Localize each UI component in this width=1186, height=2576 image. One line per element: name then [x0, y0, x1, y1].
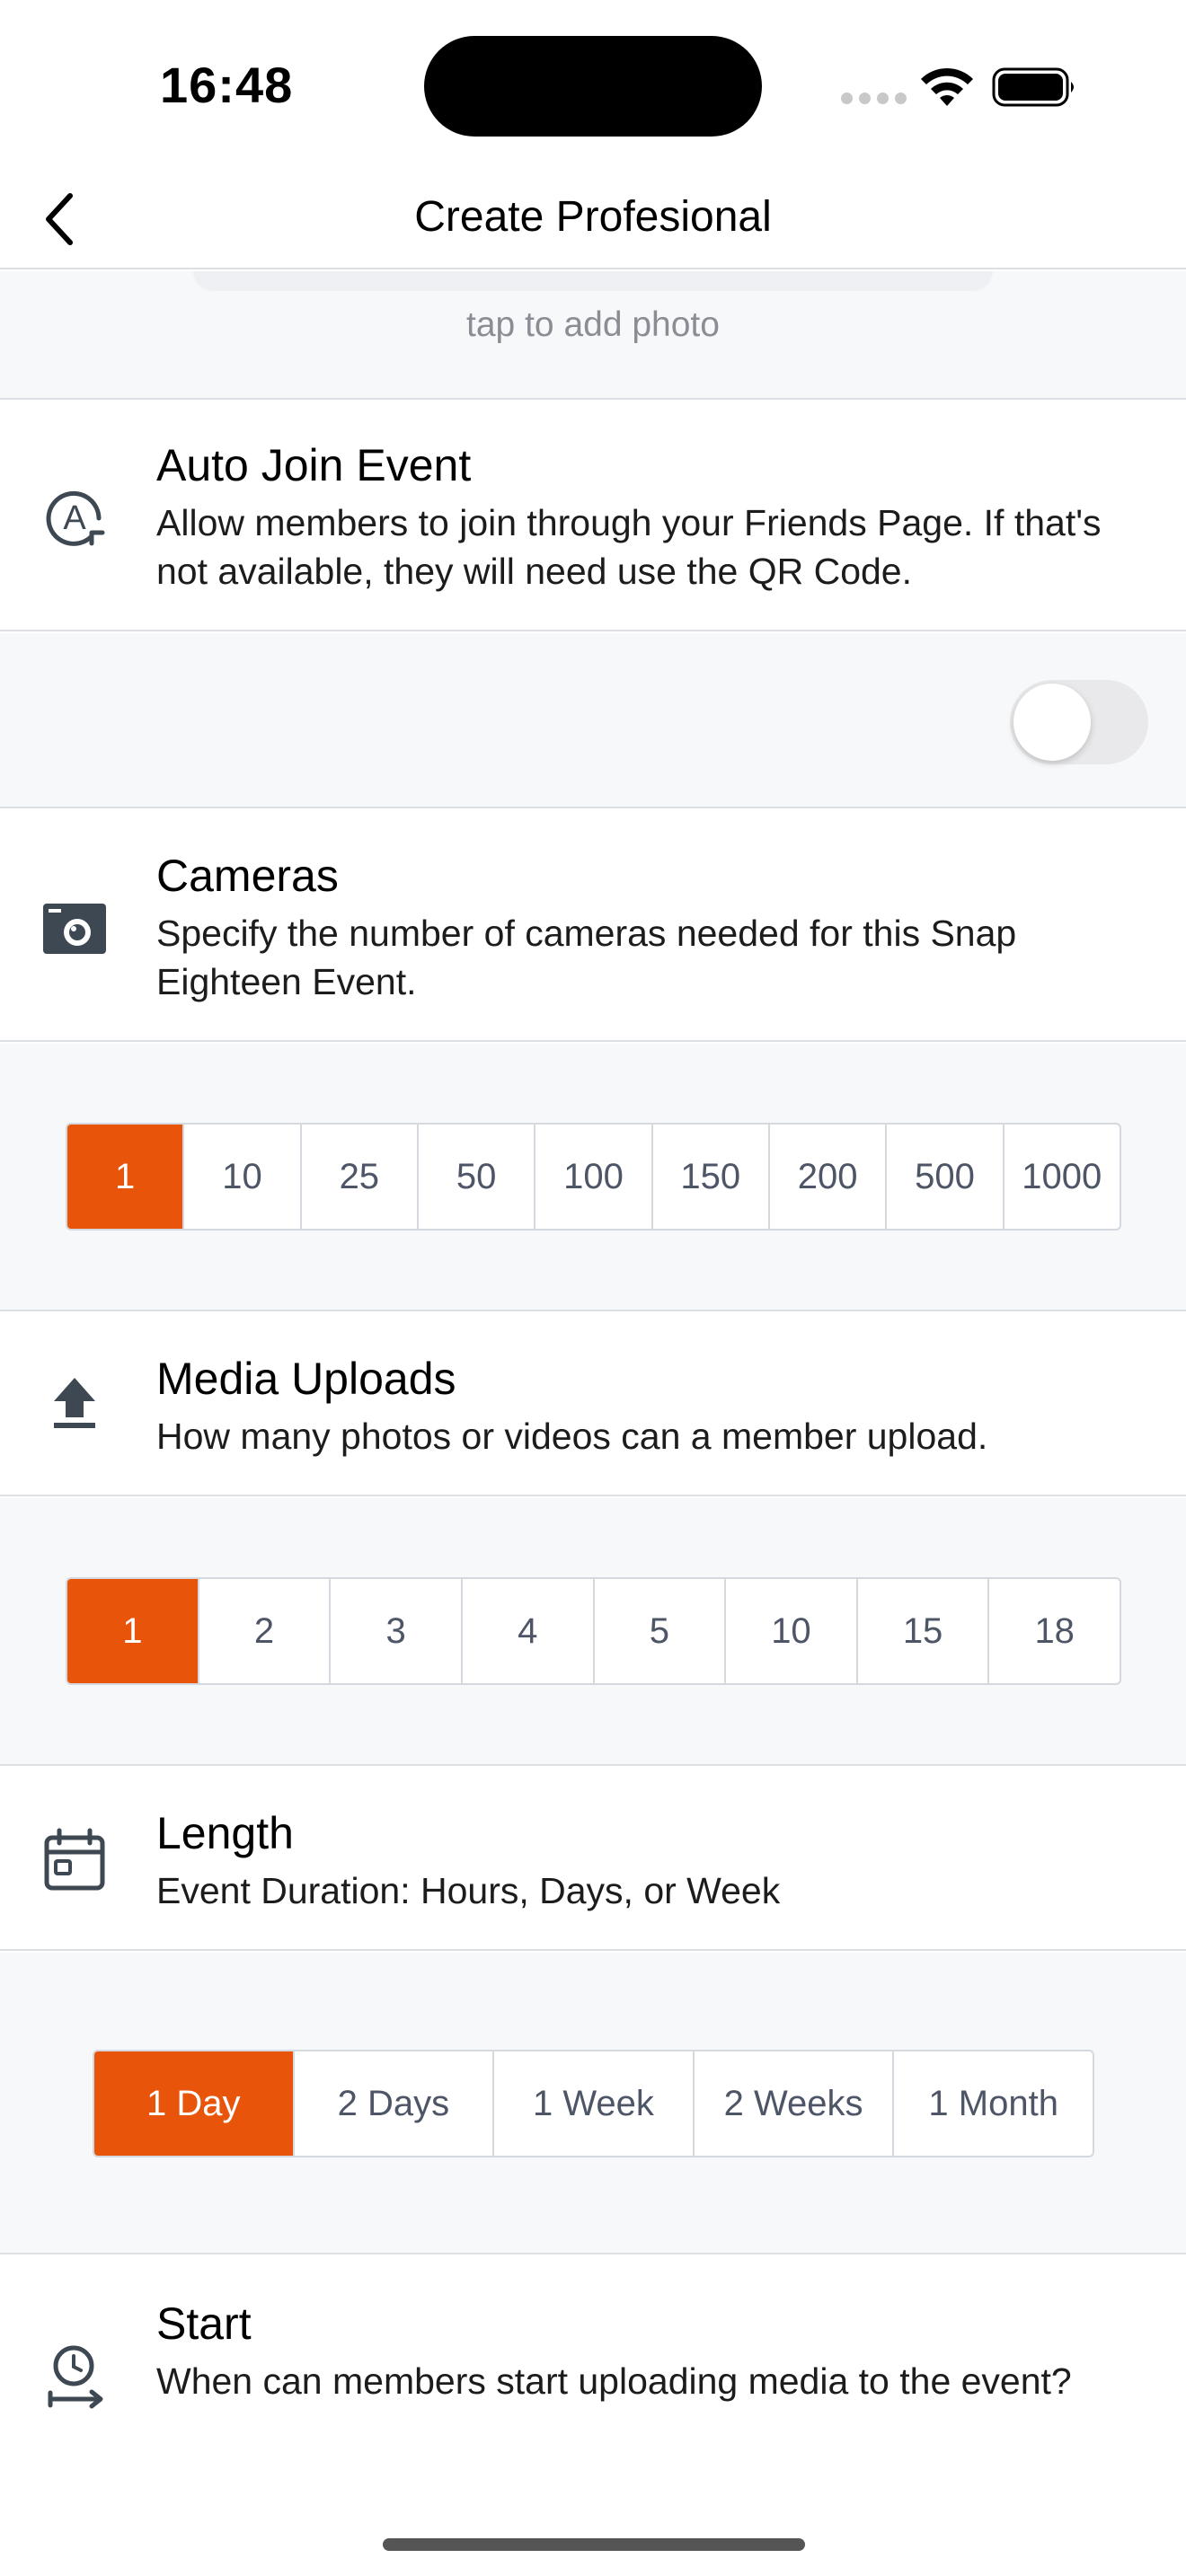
photo-picker[interactable]: tap to add photo: [0, 271, 1186, 400]
home-indicator: [383, 2538, 805, 2551]
status-bar: 16:48: [0, 0, 1186, 171]
media-uploads-option[interactable]: 3: [329, 1579, 461, 1683]
length-option[interactable]: 1 Month: [892, 2051, 1093, 2156]
auto-join-title: Auto Join Event: [156, 440, 472, 490]
length-option[interactable]: 2 Weeks: [692, 2051, 893, 2156]
cameras-option[interactable]: 10: [182, 1125, 299, 1229]
dynamic-island: [424, 36, 762, 137]
battery-icon: [992, 67, 1074, 107]
cameras-option[interactable]: 50: [416, 1125, 534, 1229]
auto-join-control: [0, 633, 1186, 808]
page-title: Create Profesional: [414, 193, 772, 241]
cameras-row: Cameras Specify the number of cameras ne…: [0, 810, 1186, 1042]
media-uploads-control: 1 2 3 4 5 10 15 18: [0, 1498, 1186, 1766]
media-uploads-option[interactable]: 15: [855, 1579, 988, 1683]
length-option[interactable]: 1 Day: [94, 2051, 293, 2156]
length-segmented-control: 1 Day 2 Days 1 Week 2 Weeks 1 Month: [93, 2050, 1094, 2157]
length-control: 1 Day 2 Days 1 Week 2 Weeks 1 Month: [0, 1953, 1186, 2254]
length-row: Length Event Duration: Hours, Days, or W…: [0, 1768, 1186, 1951]
length-option[interactable]: 1 Week: [492, 2051, 693, 2156]
length-description: Event Duration: Hours, Days, or Week: [156, 1870, 781, 1911]
wifi-icon: [921, 67, 973, 106]
length-option[interactable]: 2 Days: [292, 2051, 493, 2156]
camera-icon: [43, 904, 106, 954]
media-uploads-option[interactable]: 5: [592, 1579, 725, 1683]
clock-arrow-icon: [48, 2345, 103, 2409]
auto-join-icon: A: [46, 490, 105, 546]
photo-hint: tap to add photo: [466, 305, 720, 344]
cameras-option[interactable]: 200: [767, 1125, 885, 1229]
cameras-option[interactable]: 150: [651, 1125, 768, 1229]
start-title: Start: [156, 2298, 252, 2349]
cameras-option[interactable]: 25: [299, 1125, 417, 1229]
cameras-segmented-control: 1 10 25 50 100 150 200 500 1000: [66, 1123, 1121, 1231]
start-description: When can members start uploading media t…: [156, 2360, 1072, 2402]
cellular-signal-icon: [841, 93, 907, 104]
toggle-knob: [1013, 684, 1091, 761]
media-uploads-option[interactable]: 2: [197, 1579, 330, 1683]
cameras-option[interactable]: 1: [67, 1125, 183, 1229]
media-uploads-option[interactable]: 1: [67, 1579, 198, 1683]
length-title: Length: [156, 1808, 294, 1858]
media-uploads-option[interactable]: 4: [460, 1579, 593, 1683]
media-uploads-option[interactable]: 10: [724, 1579, 856, 1683]
cameras-description: Specify the number of cameras needed for…: [156, 913, 1017, 1002]
media-uploads-segmented-control: 1 2 3 4 5 10 15 18: [66, 1577, 1121, 1685]
media-uploads-description: How many photos or videos can a member u…: [156, 1416, 988, 1457]
svg-text:A: A: [63, 499, 86, 537]
navigation-bar: Create Profesional: [0, 171, 1186, 269]
photo-placeholder[interactable]: [193, 271, 993, 291]
cameras-option[interactable]: 500: [885, 1125, 1002, 1229]
auto-join-toggle[interactable]: [1010, 680, 1148, 764]
upload-icon: [54, 1378, 95, 1428]
cameras-title: Cameras: [156, 851, 339, 901]
auto-join-row: A Auto Join Event Allow members to join …: [0, 400, 1186, 631]
auto-join-description: Allow members to join through your Frien…: [156, 502, 1102, 592]
cameras-control: 1 10 25 50 100 150 200 500 1000: [0, 1044, 1186, 1311]
media-uploads-title: Media Uploads: [156, 1354, 456, 1404]
cameras-option[interactable]: 100: [534, 1125, 651, 1229]
status-time: 16:48: [160, 57, 294, 113]
media-uploads-option[interactable]: 18: [987, 1579, 1120, 1683]
media-uploads-row: Media Uploads How many photos or videos …: [0, 1313, 1186, 1496]
calendar-icon: [44, 1828, 105, 1891]
start-row: Start When can members start uploading m…: [0, 2256, 1186, 2576]
cameras-option[interactable]: 1000: [1002, 1125, 1120, 1229]
